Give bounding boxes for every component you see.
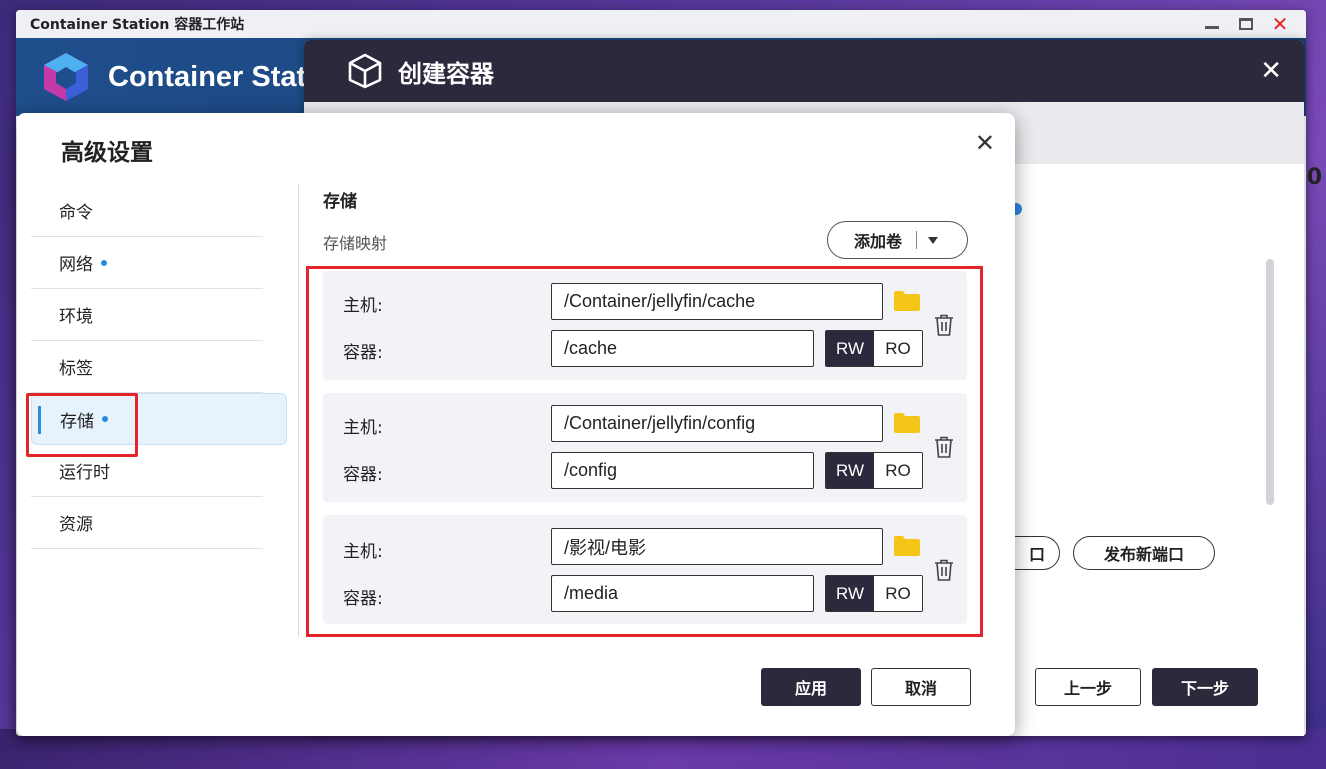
nav-item-command[interactable]: 命令 xyxy=(31,185,263,237)
trash-icon[interactable] xyxy=(934,314,954,336)
ro-option[interactable]: RO xyxy=(874,576,922,611)
advanced-settings-title: 高级设置 xyxy=(61,140,153,166)
access-mode-toggle: RW RO xyxy=(825,330,923,367)
rw-option[interactable]: RW xyxy=(826,576,874,611)
container-label: 容器: xyxy=(343,589,383,609)
container-label: 容器: xyxy=(343,465,383,485)
host-path-input[interactable]: /Container/jellyfin/cache xyxy=(551,283,883,320)
maximize-icon xyxy=(1239,18,1253,30)
scrollbar[interactable] xyxy=(1266,259,1274,505)
cancel-button[interactable]: 取消 xyxy=(871,668,971,706)
container-station-logo xyxy=(40,51,92,103)
window-titlebar: Container Station 容器工作站 xyxy=(16,10,1306,38)
rw-option[interactable]: RW xyxy=(826,331,874,366)
volume-row: 主机: /Container/jellyfin/config 容器: /conf… xyxy=(323,393,967,502)
storage-section-title: 存储 xyxy=(323,192,357,212)
window-controls: ✕ xyxy=(1202,14,1290,34)
minimize-icon xyxy=(1205,25,1219,29)
add-volume-button[interactable]: 添加卷 xyxy=(827,221,968,259)
rw-option[interactable]: RW xyxy=(826,453,874,488)
window-title: Container Station 容器工作站 xyxy=(30,17,245,33)
trash-icon[interactable] xyxy=(934,559,954,581)
folder-icon[interactable] xyxy=(894,536,920,556)
host-path-input[interactable]: /Container/jellyfin/config xyxy=(551,405,883,442)
modified-dot xyxy=(101,259,107,266)
host-path-input[interactable]: /影视/电影 xyxy=(551,528,883,565)
create-dialog-title: 创建容器 xyxy=(398,59,494,88)
ro-option[interactable]: RO xyxy=(874,331,922,366)
host-label: 主机: xyxy=(343,542,383,562)
nav-item-labels[interactable]: 标签 xyxy=(31,341,263,393)
previous-step-button[interactable]: 上一步 xyxy=(1035,668,1141,706)
nav-item-environment[interactable]: 环境 xyxy=(31,289,263,341)
trash-icon[interactable] xyxy=(934,436,954,458)
nav-divider xyxy=(298,185,299,637)
caret-down-icon[interactable] xyxy=(928,236,939,244)
folder-icon[interactable] xyxy=(894,413,920,433)
host-label: 主机: xyxy=(343,418,383,438)
advanced-nav: 命令 网络 环境 标签 存储 运行时 资源 xyxy=(31,185,287,549)
close-icon: ✕ xyxy=(1271,12,1289,36)
next-step-button[interactable]: 下一步 xyxy=(1152,668,1258,706)
cube-icon xyxy=(348,53,382,89)
folder-icon[interactable] xyxy=(894,291,920,311)
advanced-close-button[interactable]: ✕ xyxy=(975,129,995,157)
access-mode-toggle: RW RO xyxy=(825,575,923,612)
nav-item-network[interactable]: 网络 xyxy=(31,237,263,289)
nav-highlight-box xyxy=(26,393,138,457)
nav-item-resources[interactable]: 资源 xyxy=(31,497,263,549)
create-dialog-header: 创建容器 xyxy=(304,40,1304,102)
container-path-input[interactable]: /config xyxy=(551,452,814,489)
separator xyxy=(916,231,918,249)
apply-button[interactable]: 应用 xyxy=(761,668,861,706)
container-path-input[interactable]: /cache xyxy=(551,330,814,367)
minimize-button[interactable] xyxy=(1202,14,1222,34)
volume-row: 主机: /Container/jellyfin/cache 容器: /cache… xyxy=(323,271,967,380)
storage-mapping-label: 存储映射 xyxy=(323,234,388,253)
publish-port-button[interactable]: 发布新端口 xyxy=(1073,536,1215,570)
advanced-settings-modal: 高级设置 ✕ 命令 网络 环境 标签 存储 运行时 资源 存储 存储映射 添加卷… xyxy=(17,113,1015,736)
create-dialog-close-button[interactable]: ✕ xyxy=(1260,56,1282,86)
access-mode-toggle: RW RO xyxy=(825,452,923,489)
app-partial-text: 0 xyxy=(1306,165,1322,190)
volume-row: 主机: /影视/电影 容器: /media RW RO xyxy=(323,515,967,624)
host-label: 主机: xyxy=(343,296,383,316)
container-label: 容器: xyxy=(343,343,383,363)
container-path-input[interactable]: /media xyxy=(551,575,814,612)
ro-option[interactable]: RO xyxy=(874,453,922,488)
maximize-button[interactable] xyxy=(1236,14,1256,34)
close-window-button[interactable]: ✕ xyxy=(1270,14,1290,34)
